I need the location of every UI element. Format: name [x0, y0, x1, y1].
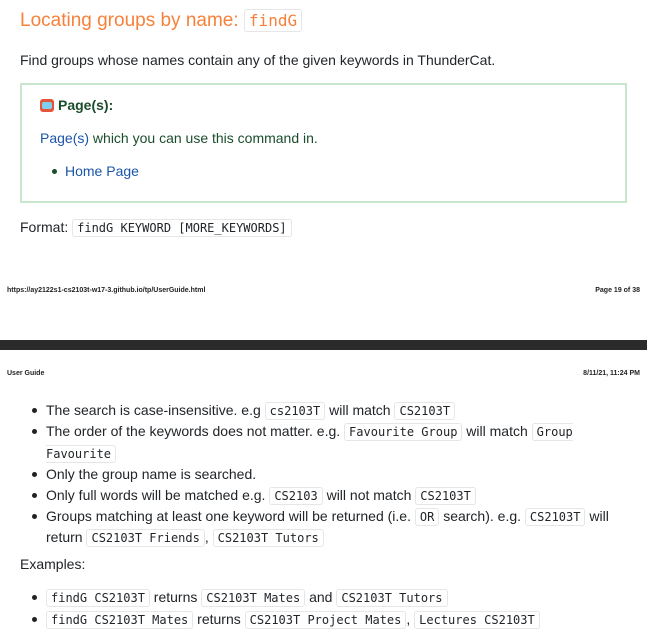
- inline-code: OR: [414, 508, 440, 527]
- footer-url: https://ay2122s1-cs2103t-w17-3.github.io…: [7, 287, 206, 294]
- text-segment: Only full words will be matched e.g.: [46, 486, 270, 503]
- text-segment: returns: [149, 589, 202, 605]
- inline-code: CS2103T Mates: [201, 589, 306, 607]
- inline-code: CS2103T: [394, 402, 456, 420]
- inline-code: CS2103T: [415, 486, 476, 505]
- page-separator: [0, 340, 647, 350]
- examples-list: findG CS2103T returns CS2103T Mates and …: [30, 587, 620, 631]
- examples-label: Examples:: [20, 556, 86, 572]
- inline-code: findG CS2103T Mates: [46, 611, 194, 629]
- inline-code: findG CS2103T: [46, 589, 150, 607]
- note-item: Only the group name is searched.: [30, 464, 620, 484]
- example-item: findG CS2103T Mates returns CS2103T Proj…: [30, 609, 620, 631]
- section-heading: Locating groups by name: findG: [20, 9, 303, 32]
- inline-code: cs2103T: [264, 402, 326, 420]
- bullet: [52, 168, 57, 174]
- notes-list: The search is case-insensitive. e.g cs21…: [30, 400, 620, 549]
- heading-text: Locating groups by name:: [20, 10, 239, 31]
- header-title: User Guide: [7, 370, 45, 377]
- text-segment: search). e.g.: [439, 508, 525, 525]
- text-segment: The order of the keywords does not matte…: [46, 423, 345, 440]
- format-code: findG KEYWORD [MORE_KEYWORDS]: [72, 219, 292, 237]
- inline-code: CS2103: [269, 486, 323, 505]
- heading-command-code: findG: [243, 9, 303, 32]
- text-segment: The search is case-insensitive. e.g: [46, 402, 265, 418]
- text-segment: Groups matching at least one keyword wil…: [46, 508, 415, 525]
- text-segment: will match: [462, 423, 532, 440]
- note-item: Groups matching at least one keyword wil…: [30, 506, 620, 549]
- pages-box-heading: Page(s):: [40, 97, 113, 113]
- text-segment: ,: [204, 529, 213, 546]
- pages-link[interactable]: Page(s): [40, 130, 89, 146]
- text-segment: ,: [406, 611, 415, 627]
- tv-icon: [40, 98, 54, 112]
- text-segment: will not match: [322, 486, 416, 503]
- inline-code: CS2103T: [524, 508, 586, 527]
- note-item: Only full words will be matched e.g. CS2…: [30, 485, 620, 506]
- example-item: findG CS2103T returns CS2103T Mates and …: [30, 587, 620, 609]
- format-label: Format:: [20, 219, 69, 235]
- inline-code: CS2103T Friends: [86, 529, 205, 548]
- text-segment: returns: [193, 611, 245, 627]
- inline-code: CS2103T Tutors: [212, 529, 324, 548]
- pages-text-rest: which you can use this command in.: [89, 130, 318, 146]
- pages-heading-text: Page(s):: [58, 97, 114, 113]
- pages-box-text: Page(s) which you can use this command i…: [40, 130, 318, 146]
- text-segment: Only the group name is searched.: [46, 466, 257, 483]
- inline-code: Lectures CS2103T: [414, 611, 540, 629]
- inline-code: CS2103T Tutors: [336, 589, 448, 607]
- header-datetime: 8/11/21, 11:24 PM: [583, 370, 640, 377]
- footer-page-number: Page 19 of 38: [595, 287, 640, 294]
- description: Find groups whose names contain any of t…: [20, 52, 496, 68]
- format-line: Format: findG KEYWORD [MORE_KEYWORDS]: [20, 219, 292, 237]
- pages-info-box: Page(s): Page(s) which you can use this …: [20, 83, 627, 203]
- home-page-link[interactable]: Home Page: [65, 163, 139, 179]
- note-item: The search is case-insensitive. e.g cs21…: [30, 400, 620, 421]
- inline-code: CS2103T Project Mates: [244, 611, 407, 629]
- note-item: The order of the keywords does not matte…: [30, 421, 620, 464]
- inline-code: Favourite Group: [344, 423, 463, 442]
- text-segment: will match: [325, 402, 395, 418]
- pages-list-item: Home Page: [52, 163, 139, 179]
- text-segment: and: [305, 589, 337, 605]
